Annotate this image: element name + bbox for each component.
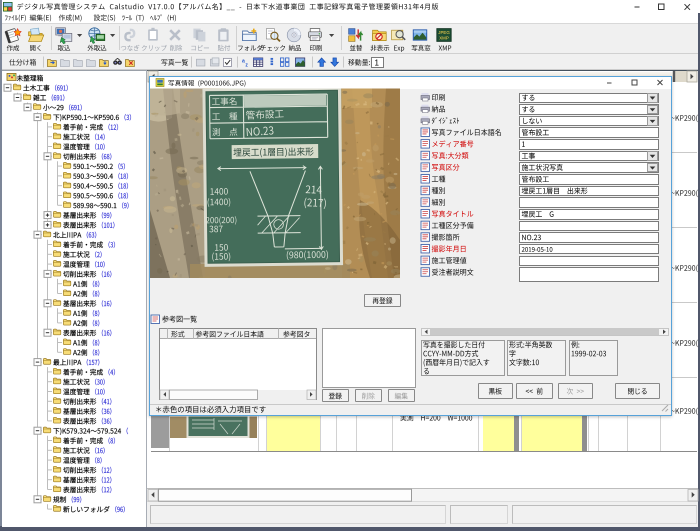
svg-text:JPEG: JPEG <box>438 30 450 35</box>
svg-text:XMP: XMP <box>439 35 449 40</box>
svg-text:1: 1 <box>375 59 380 68</box>
svg-text:z: z <box>245 62 248 68</box>
